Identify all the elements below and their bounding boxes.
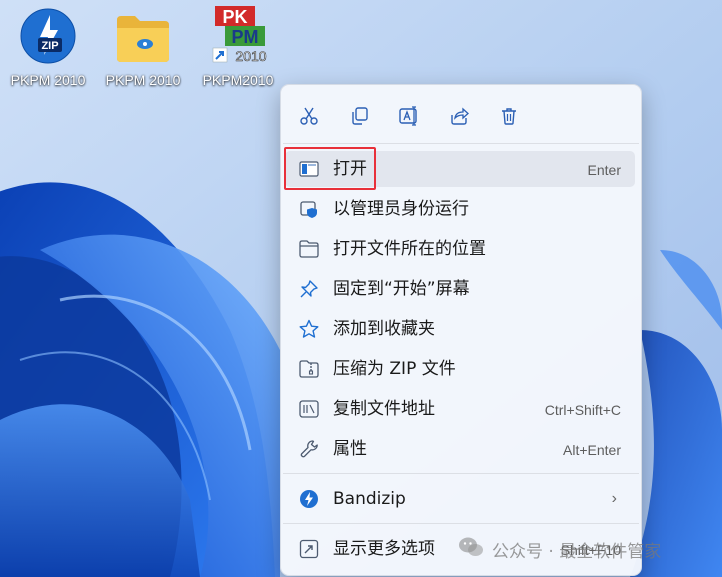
desktop-icon-label: PKPM 2010 — [10, 72, 86, 88]
menu-item-shortcut: Ctrl+Shift+C — [544, 402, 621, 418]
zip-folder-icon — [299, 359, 319, 379]
shield-icon — [299, 199, 319, 219]
open-app-icon — [299, 159, 319, 179]
menu-item-label: 添加到收藏夹 — [333, 319, 435, 339]
desktop-icon-pkpm-zip[interactable]: ZIP PKPM 2010 — [2, 6, 94, 88]
menu-item-add-to-favorites[interactable]: 添加到收藏夹 — [285, 311, 635, 347]
menu-item-label: 属性 — [333, 439, 367, 459]
cut-button[interactable] — [292, 101, 326, 131]
menu-item-label: 显示更多选项 — [333, 539, 435, 559]
menu-separator — [283, 143, 639, 144]
menu-item-label: 压缩为 ZIP 文件 — [333, 359, 456, 379]
context-menu: 打开 Enter 以管理员身份运行 打开文件所在的位置 固定到“开始”屏幕 添加… — [280, 84, 642, 576]
menu-item-label: 固定到“开始”屏幕 — [333, 279, 470, 299]
star-icon — [299, 319, 319, 339]
copy-icon — [352, 107, 368, 125]
pin-icon — [299, 279, 319, 299]
menu-item-label: Bandizip — [333, 489, 406, 509]
menu-item-bandizip[interactable]: Bandizip › — [285, 481, 635, 517]
menu-separator — [283, 523, 639, 524]
pkpm-logo-top: PK — [222, 7, 247, 27]
menu-item-compress-zip[interactable]: 压缩为 ZIP 文件 — [285, 351, 635, 387]
pkpm-app-icon: PK PM 2010 — [192, 6, 284, 64]
menu-separator — [283, 473, 639, 474]
menu-item-label: 复制文件地址 — [333, 399, 435, 419]
menu-item-label: 打开文件所在的位置 — [333, 239, 486, 259]
zip-shortcut-icon: ZIP — [2, 6, 94, 64]
context-menu-toolbar — [281, 85, 641, 143]
rename-icon — [399, 106, 417, 126]
menu-item-label: 以管理员身份运行 — [333, 199, 469, 219]
menu-item-copy-path[interactable]: 复制文件地址 Ctrl+Shift+C — [285, 391, 635, 427]
copy-button[interactable] — [342, 101, 376, 131]
delete-icon — [502, 108, 516, 125]
share-button[interactable] — [442, 101, 476, 131]
rename-button[interactable] — [392, 101, 426, 131]
folder-icon — [97, 6, 189, 64]
pkpm-logo-bottom: 2010 — [235, 48, 266, 64]
share-icon — [451, 107, 469, 125]
menu-item-pin-to-start[interactable]: 固定到“开始”屏幕 — [285, 271, 635, 307]
menu-item-label: 打开 — [333, 159, 367, 179]
desktop-icon-label: PKPM 2010 — [105, 72, 181, 88]
desktop: ZIP PKPM 2010 PKPM 2010 PK PM 2010 PKPM2… — [0, 0, 722, 577]
menu-item-run-as-admin[interactable]: 以管理员身份运行 — [285, 191, 635, 227]
pkpm-logo-mid: PM — [232, 27, 259, 47]
menu-item-properties[interactable]: 属性 Alt+Enter — [285, 431, 635, 467]
wrench-icon — [299, 439, 319, 459]
watermark: 公众号 · 最全软件管家 — [458, 536, 661, 563]
more-options-icon — [299, 539, 319, 559]
menu-item-open[interactable]: 打开 Enter — [285, 151, 635, 187]
menu-item-shortcut: Alt+Enter — [563, 442, 621, 458]
menu-item-shortcut: Enter — [587, 162, 621, 178]
wechat-icon — [458, 536, 484, 563]
chevron-right-icon: › — [611, 490, 617, 507]
watermark-text: 公众号 · 最全软件管家 — [492, 542, 662, 562]
desktop-icon-label: PKPM2010 — [202, 72, 274, 88]
copy-path-icon — [299, 399, 319, 419]
bandizip-icon — [299, 489, 319, 509]
cut-icon — [300, 107, 318, 125]
desktop-icon-pkpm-app[interactable]: PK PM 2010 PKPM2010 — [192, 6, 284, 88]
menu-item-open-file-location[interactable]: 打开文件所在的位置 — [285, 231, 635, 267]
delete-button[interactable] — [492, 101, 526, 131]
folder-outline-icon — [299, 239, 319, 259]
desktop-icon-pkpm-folder[interactable]: PKPM 2010 — [97, 6, 189, 88]
zip-badge-text: ZIP — [41, 40, 58, 52]
